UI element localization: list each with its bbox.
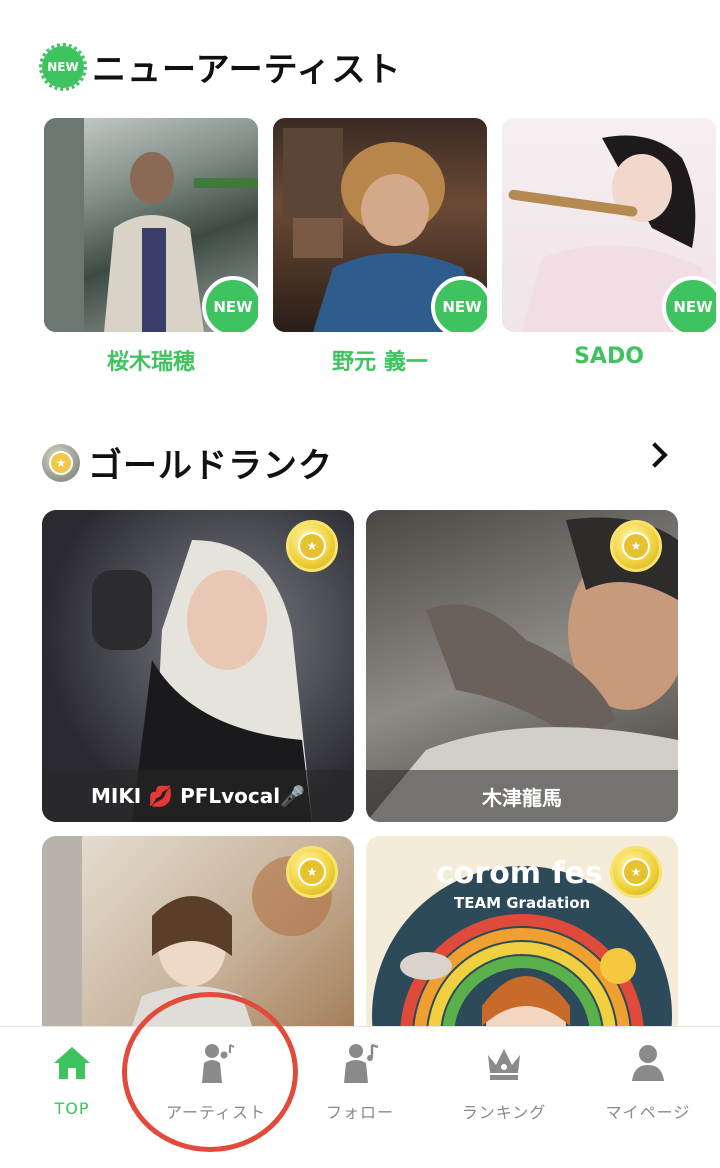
new-artists-title: ニューアーティスト [92,50,402,90]
gold-medal-badge: ★ [610,520,662,572]
star-icon: ★ [298,532,326,560]
new-artist-card[interactable]: NEW 野元 義一 [273,118,487,376]
gold-rank-card[interactable]: corom fes TEAM Gradation ★ [366,836,678,1056]
gold-medal-icon: ★ [42,443,80,482]
new-badge: NEW [662,276,716,332]
new-artists-header: NEW ニューアーティスト [39,42,402,91]
new-badge: NEW [431,276,487,332]
bottom-tab-bar: TOP アーティスト フォロー ランキング マイページ [0,1026,720,1168]
artist-caption: 木津龍馬 [366,770,678,822]
new-badge-label: NEW [442,298,482,316]
artist-name: 桜木瑞穂 [106,350,195,375]
gold-rank-header: ★ ゴールドランク [42,438,333,487]
tab-label: アーティスト [165,1103,267,1122]
new-artist-card[interactable]: NEW SADO [502,118,716,369]
star-icon: ★ [298,858,326,886]
singer-icon [194,1041,238,1085]
artist-photo: NEW [44,118,258,332]
new-artist-card[interactable]: NEW 桜木瑞穂 [44,118,258,376]
artist-caption: MIKI 💋 PFLvocal🎤 [42,770,354,822]
star-icon: ★ [622,858,650,886]
tab-ranking[interactable]: ランキング [432,1027,576,1147]
cover-subtitle: TEAM Gradation [454,894,591,912]
chevron-right-icon[interactable] [642,442,668,468]
tab-label: ランキング [461,1103,547,1122]
new-badge-text: NEW [47,59,79,74]
artist-name: 野元 義一 [332,350,428,375]
star-icon: ★ [622,532,650,560]
tab-artist[interactable]: アーティスト [144,1027,288,1147]
artist-name: SADO [574,344,644,369]
artist-photo: NEW [502,118,716,332]
new-badge-label: NEW [673,298,713,316]
gold-medal-badge: ★ [286,846,338,898]
tab-follow[interactable]: フォロー [288,1027,432,1147]
artist-photo: NEW [273,118,487,332]
new-badge-icon: NEW [39,42,87,91]
tab-label: TOP [54,1099,90,1118]
tab-top[interactable]: TOP [0,1027,144,1147]
person-icon [626,1041,670,1085]
follow-icon [338,1041,382,1085]
home-icon [50,1041,94,1085]
tab-label: マイページ [605,1103,691,1122]
cover-title: corom fes [436,856,603,891]
gold-medal-badge: ★ [286,520,338,572]
gold-rank-card[interactable]: ★ MIKI 💋 PFLvocal🎤 [42,510,354,822]
gold-rank-card[interactable]: ★ 木津龍馬 [366,510,678,822]
gold-rank-title: ゴールドランク [88,446,333,486]
crown-icon [482,1041,526,1085]
tab-mypage[interactable]: マイページ [576,1027,720,1147]
gold-medal-badge: ★ [610,846,662,898]
tab-label: フォロー [325,1103,394,1122]
star-icon: ★ [49,450,73,475]
new-badge: NEW [202,276,258,332]
gold-rank-card[interactable]: ★ [42,836,354,1056]
new-badge-label: NEW [213,298,253,316]
